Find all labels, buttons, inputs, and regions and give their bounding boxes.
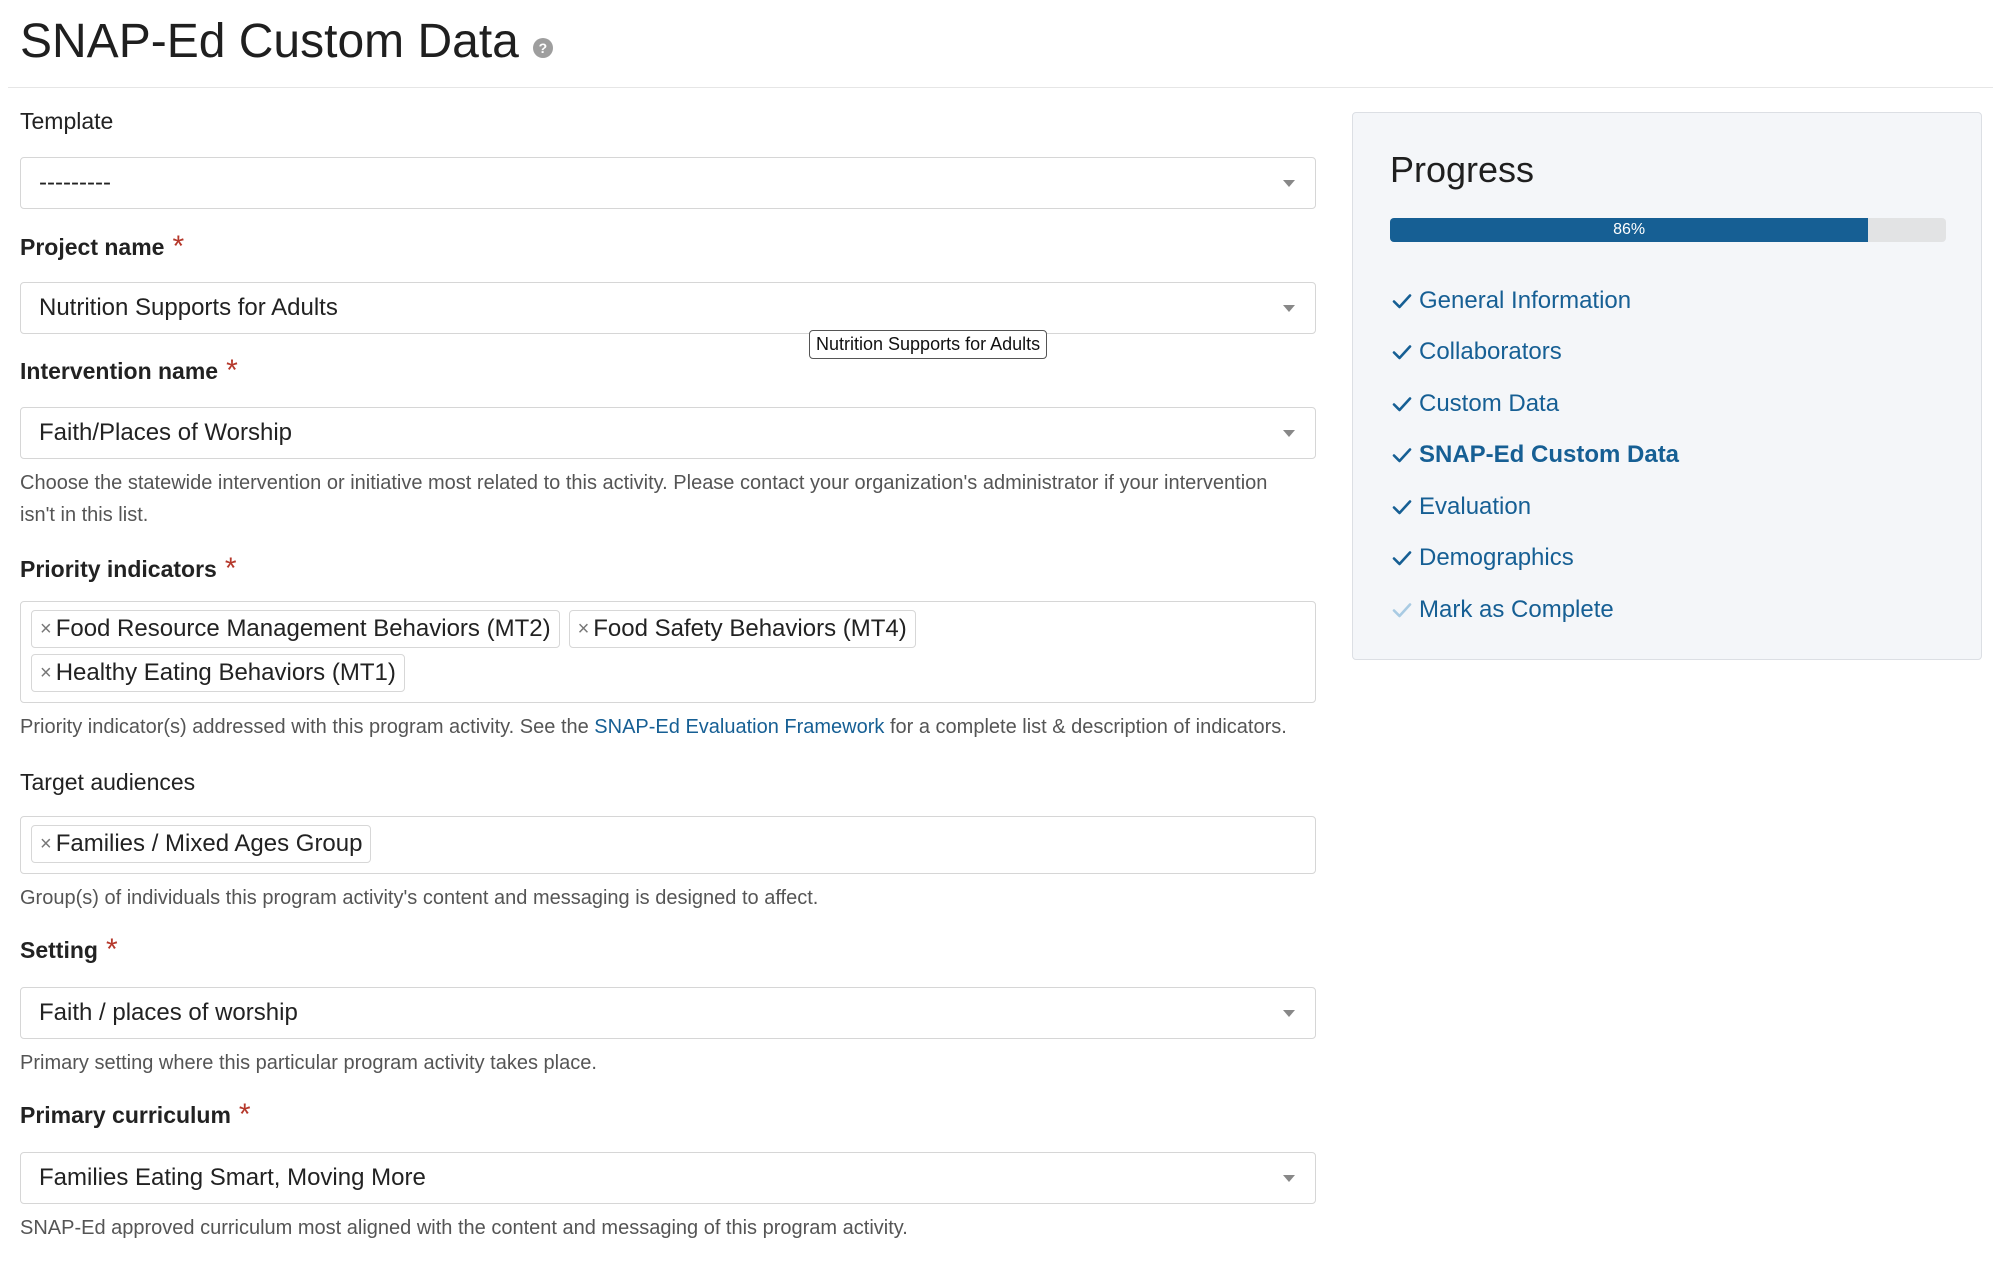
project-label: Project name * [20,230,185,263]
required-marker: * [224,552,237,585]
priority-label: Priority indicators * [20,552,237,585]
curriculum-select[interactable]: Families Eating Smart, Moving More [20,1152,1316,1204]
check-icon [1392,293,1412,309]
template-select[interactable]: --------- [20,157,1316,209]
progress-step-label: Custom Data [1419,389,1560,417]
page-title-container: SNAP-Ed Custom Data ? [20,14,553,69]
priority-tag-label: Food Safety Behaviors (MT4) [593,615,907,642]
audiences-multiselect[interactable]: × Families / Mixed Ages Group [20,816,1316,874]
intervention-select-value: Faith/Places of Worship [39,419,292,446]
project-value-tooltip: Nutrition Supports for Adults [809,330,1048,359]
check-icon [1392,499,1412,515]
priority-tag-label: Healthy Eating Behaviors (MT1) [55,659,396,686]
project-select-value: Nutrition Supports for Adults [39,294,338,321]
progress-step-collaborators[interactable]: Collaborators [1390,327,1679,379]
progress-title: Progress [1390,149,1535,190]
remove-tag-icon[interactable]: × [40,618,52,641]
progress-step-general-information[interactable]: General Information [1390,275,1679,327]
intervention-select[interactable]: Faith/Places of Worship [20,407,1316,459]
setting-help: Primary setting where this particular pr… [20,1052,597,1074]
template-label: Template [20,108,114,134]
setting-select[interactable]: Faith / places of worship [20,987,1316,1039]
help-icon[interactable]: ? [532,37,553,58]
setting-select-value: Faith / places of worship [39,999,298,1026]
chevron-down-icon [1283,1175,1295,1182]
chevron-down-icon [1283,430,1295,437]
progress-step-evaluation[interactable]: Evaluation [1390,481,1679,533]
progress-bar-fill: 86% [1390,218,1869,242]
progress-step-label: Mark as Complete [1419,595,1614,623]
custom-data-form: Template --------- Project name * Nutriti… [20,108,1316,1244]
audience-tag: × Families / Mixed Ages Group [31,825,372,863]
progress-step-label: Demographics [1419,544,1574,572]
audiences-label: Target audiences [20,769,196,795]
priority-tag: × Healthy Eating Behaviors (MT1) [31,654,405,692]
page-header: SNAP-Ed Custom Data ? [8,0,1993,88]
priority-multiselect[interactable]: × Food Resource Management Behaviors (MT… [20,601,1316,703]
required-marker: * [172,230,185,263]
check-icon [1392,602,1412,618]
priority-tag: × Food Safety Behaviors (MT4) [568,610,916,648]
progress-step-label: SNAP-Ed Custom Data [1419,441,1680,469]
intervention-field: Intervention name * Faith/Places of Worsh… [20,354,1316,531]
remove-tag-icon[interactable]: × [40,662,52,685]
check-icon [1392,551,1412,566]
project-select[interactable]: Nutrition Supports for Adults [20,282,1316,334]
priority-help: Priority indicator(s) addressed with thi… [20,716,1287,738]
chevron-down-icon [1283,305,1295,312]
check-icon [1392,448,1412,463]
intervention-help: Choose the statewide intervention or ini… [20,472,1268,526]
progress-step-label: Collaborators [1419,338,1562,366]
chevron-down-icon [1283,1010,1295,1017]
curriculum-label: Primary curriculum * [20,1098,251,1131]
audiences-field: Target audiences × Families / Mixed Ages… [20,769,1316,914]
curriculum-field: Primary curriculum * Families Eating Smar… [20,1098,1316,1244]
priority-tag: × Food Resource Management Behaviors (MT… [31,610,560,648]
priority-field: Priority indicators * × Food Resource Man… [20,552,1316,743]
remove-tag-icon[interactable]: × [578,618,590,641]
progress-step-snap-ed-custom-data[interactable]: SNAP-Ed Custom Data [1390,430,1679,482]
progress-step-label: General Information [1419,286,1632,314]
intervention-label: Intervention name * [20,354,238,387]
check-icon [1392,345,1412,360]
audiences-help: Group(s) of individuals this program act… [20,887,819,909]
progress-step-demographics[interactable]: Demographics [1390,533,1679,585]
template-field: Template --------- [20,108,1316,217]
progress-bar: 86% [1390,218,1946,242]
progress-panel: Progress 86% General Information Collabo… [1352,112,1982,660]
progress-step-label: Evaluation [1419,492,1532,520]
project-field: Project name * Nutrition Supports for Adu… [20,230,1316,342]
required-marker: * [226,354,238,387]
page-title: SNAP-Ed Custom Data [20,15,519,68]
curriculum-select-value: Families Eating Smart, Moving More [39,1164,426,1191]
audience-tag-label: Families / Mixed Ages Group [55,830,363,857]
evaluation-framework-link[interactable]: SNAP-Ed Evaluation Framework [594,716,884,738]
progress-step-custom-data[interactable]: Custom Data [1390,378,1679,430]
priority-tag-label: Food Resource Management Behaviors (MT2) [55,615,551,642]
template-select-value: --------- [39,169,111,196]
setting-field: Setting * Faith / places of worship Prima… [20,933,1316,1079]
setting-label: Setting * [20,933,118,966]
progress-step-mark-as-complete[interactable]: Mark as Complete [1390,584,1679,636]
required-marker: * [105,933,118,966]
remove-tag-icon[interactable]: × [40,833,52,856]
curriculum-help: SNAP-Ed approved curriculum most aligned… [20,1217,908,1239]
check-icon [1392,396,1412,412]
required-marker: * [238,1098,251,1131]
chevron-down-icon [1283,180,1295,187]
progress-steps: General Information Collaborators Custom… [1390,275,1679,636]
